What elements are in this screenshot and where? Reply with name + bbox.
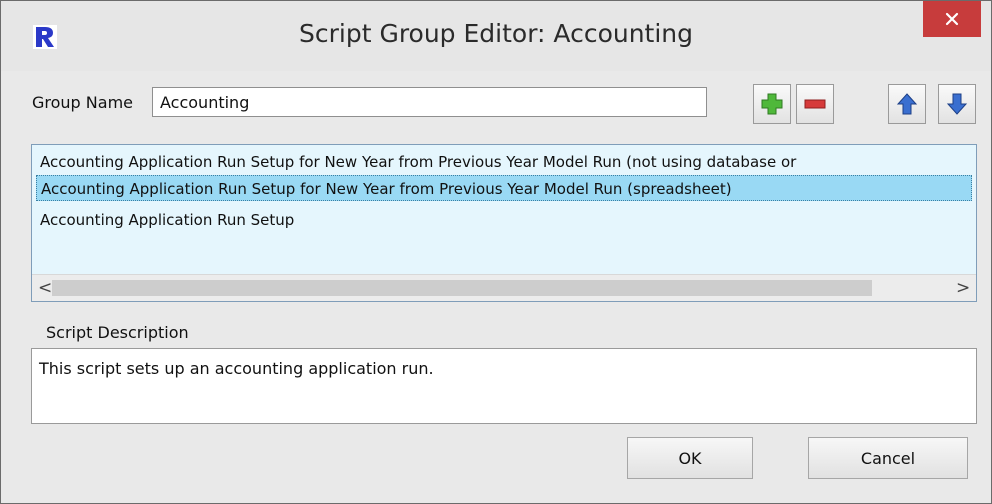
move-up-button[interactable] xyxy=(888,84,926,124)
group-name-input[interactable] xyxy=(152,87,707,117)
arrow-down-icon xyxy=(946,93,968,115)
script-list[interactable]: Accounting Application Run Setup for New… xyxy=(31,144,977,302)
add-script-button[interactable] xyxy=(753,84,791,124)
scrollbar-thumb[interactable] xyxy=(52,280,872,296)
scroll-right-icon[interactable]: > xyxy=(956,278,970,298)
horizontal-scrollbar[interactable]: < > xyxy=(32,274,976,301)
close-icon xyxy=(945,12,959,26)
window-title: Script Group Editor: Accounting xyxy=(298,19,694,48)
title-bar[interactable]: Script Group Editor: Accounting xyxy=(1,1,991,71)
group-name-label: Group Name xyxy=(32,93,133,112)
cancel-button[interactable]: Cancel xyxy=(808,437,968,479)
close-button[interactable] xyxy=(923,1,981,37)
scroll-left-icon[interactable]: < xyxy=(38,278,52,298)
ok-button[interactable]: OK xyxy=(627,437,753,479)
plus-icon xyxy=(761,93,783,115)
remove-script-button[interactable] xyxy=(796,84,834,124)
minus-icon xyxy=(804,99,826,109)
script-list-item-selected[interactable]: Accounting Application Run Setup for New… xyxy=(36,175,972,201)
script-group-editor-window: Script Group Editor: Accounting Group Na… xyxy=(0,0,992,504)
move-down-button[interactable] xyxy=(938,84,976,124)
script-list-item[interactable]: Accounting Application Run Setup xyxy=(36,207,972,233)
script-description-text[interactable]: This script sets up an accounting applic… xyxy=(31,348,977,424)
script-description-label: Script Description xyxy=(46,323,189,342)
script-list-item[interactable]: Accounting Application Run Setup for New… xyxy=(36,149,972,175)
arrow-up-icon xyxy=(896,93,918,115)
